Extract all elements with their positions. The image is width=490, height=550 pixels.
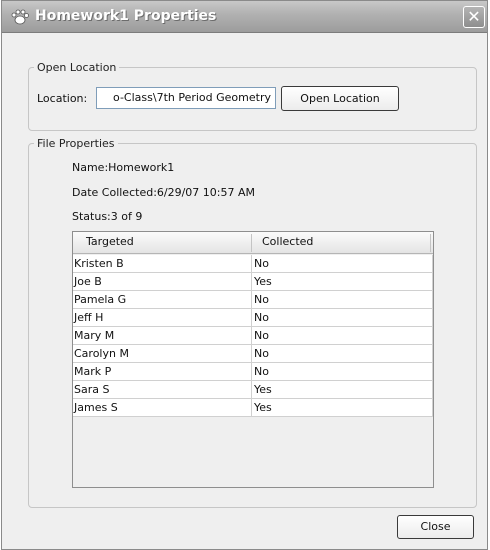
file-name: Name:Homework1 [72,161,175,174]
open-location-button[interactable]: Open Location [281,86,399,111]
table-row[interactable]: Sara S Yes [73,381,433,399]
table-row[interactable]: James S Yes [73,399,433,417]
date-collected: Date Collected:6/29/07 10:57 AM [72,186,256,199]
collected-cell: Yes [254,401,272,414]
table-header: Targeted Collected [73,232,433,254]
table-row[interactable]: Mary M No [73,327,433,345]
paw-print-icon [11,9,29,25]
column-divider[interactable] [430,234,431,252]
table-row[interactable]: Joe B Yes [73,273,433,291]
open-location-legend: Open Location [37,61,117,74]
file-properties-legend: File Properties [37,137,115,150]
collected-cell: No [254,347,269,360]
table-row[interactable]: Pamela G No [73,291,433,309]
table-row[interactable]: Jeff H No [73,309,433,327]
table-row[interactable]: Carolyn M No [73,345,433,363]
targeted-cell: Pamela G [74,293,127,306]
properties-dialog: Homework1 Properties ✕ Open Location Loc… [1,0,488,550]
collected-cell: No [254,365,269,378]
column-header-collected[interactable]: Collected [262,235,313,248]
close-button[interactable]: Close [397,515,474,539]
table-row[interactable]: Mark P No [73,363,433,381]
status-text: Status:3 of 9 [72,210,143,223]
column-divider[interactable] [251,234,252,252]
location-label: Location: [37,92,88,105]
title-bar[interactable]: Homework1 Properties ✕ [2,1,487,33]
targeted-cell: Joe B [74,275,102,288]
targeted-cell: Carolyn M [74,347,129,360]
collected-cell: No [254,257,269,270]
table-body: Kristen B No Joe B Yes Pamela G No Jeff H No… [73,255,433,417]
collected-cell: No [254,293,269,306]
targeted-cell: Kristen B [74,257,124,270]
targeted-cell: Mary M [74,329,115,342]
collected-cell: No [254,311,269,324]
collection-table: Targeted Collected Kristen B No Joe B Yes … [72,231,434,488]
table-row[interactable]: Kristen B No [73,255,433,273]
targeted-cell: Jeff H [74,311,104,324]
targeted-cell: Sara S [74,383,110,396]
window-title: Homework1 Properties [35,8,217,24]
collected-cell: Yes [254,275,272,288]
close-icon[interactable]: ✕ [463,6,485,28]
collected-cell: No [254,329,269,342]
collected-cell: Yes [254,383,272,396]
targeted-cell: James S [74,401,118,414]
location-field[interactable]: o-Class\7th Period Geometry [96,87,276,109]
targeted-cell: Mark P [74,365,112,378]
column-header-targeted[interactable]: Targeted [86,235,134,248]
